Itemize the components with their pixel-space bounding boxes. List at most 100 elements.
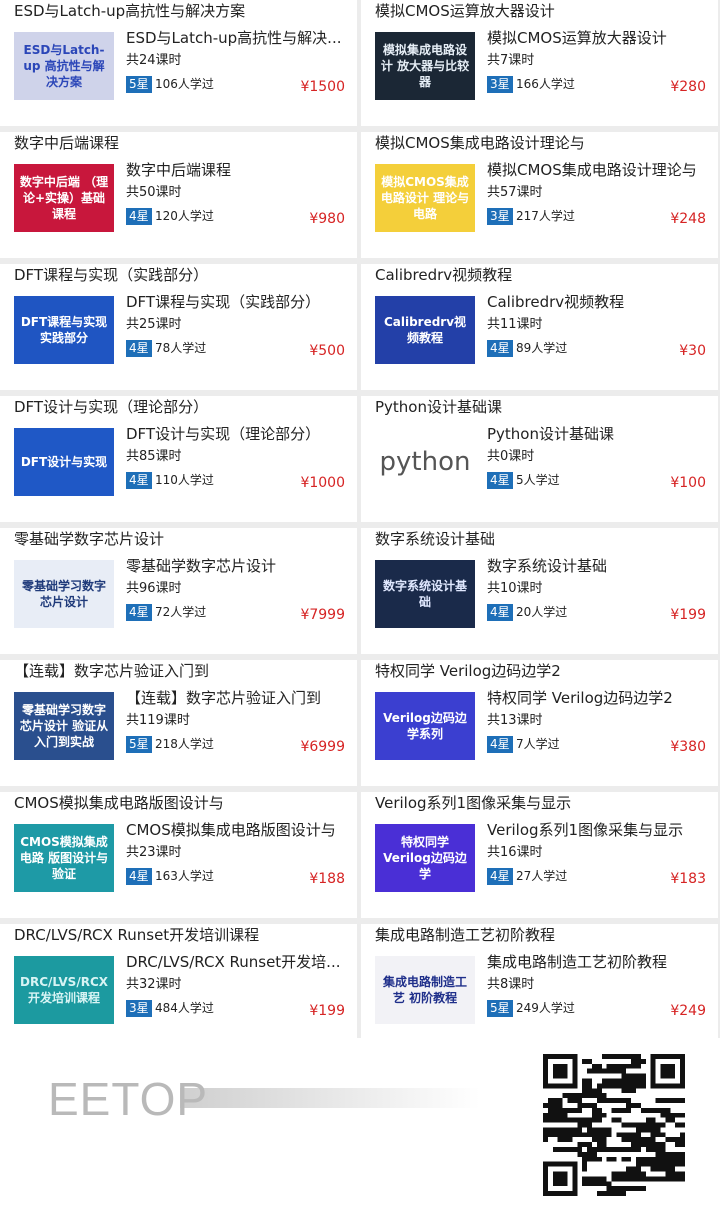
course-hours: 共0课时	[487, 449, 535, 464]
course-hours: 共24课时	[126, 53, 182, 68]
learner-count: 217人学过	[516, 209, 575, 223]
qr-code-icon	[543, 1054, 685, 1196]
course-card[interactable]: 零基础学数字芯片设计 零基础学习数字芯片设计 零基础学数字芯片设计 共96课时 …	[0, 528, 357, 654]
star-rating-badge: 5星	[126, 736, 152, 753]
course-thumbnail[interactable]: DFT设计与实现	[14, 428, 114, 496]
course-header-title[interactable]: CMOS模拟集成电路版图设计与	[14, 792, 344, 814]
course-header-title[interactable]: 【连载】数字芯片验证入门到	[14, 660, 344, 682]
course-hours: 共7课时	[487, 53, 535, 68]
learner-count: 110人学过	[155, 473, 214, 487]
course-thumbnail[interactable]: 集成电路制造工艺 初阶教程	[375, 956, 475, 1024]
course-thumbnail[interactable]: ESD与Latch-up 高抗性与解决方案	[14, 32, 114, 100]
course-title[interactable]: Verilog系列1图像采集与显示	[487, 820, 709, 840]
course-title[interactable]: DFT设计与实现（理论部分）	[126, 424, 348, 444]
thumbnail-text: 数字中后端 （理论+实操）基础课程	[19, 175, 109, 221]
star-rating-badge: 4星	[126, 868, 152, 885]
course-card[interactable]: Python设计基础课 python Python设计基础课 共0课时 4星 5…	[361, 396, 718, 522]
course-card[interactable]: DFT课程与实现（实践部分） DFT课程与实现 实践部分 DFT课程与实现（实践…	[0, 264, 357, 390]
course-header-title[interactable]: 零基础学数字芯片设计	[14, 528, 344, 550]
course-header-title[interactable]: 特权同学 Verilog边码边学2	[375, 660, 705, 682]
course-thumbnail[interactable]: DRC/LVS/RCX开发培训课程	[14, 956, 114, 1024]
course-card[interactable]: Verilog系列1图像采集与显示 特权同学 Verilog边码边学 Veril…	[361, 792, 718, 918]
star-rating-badge: 5星	[126, 76, 152, 93]
course-thumbnail[interactable]: Calibredrv视频教程	[375, 296, 475, 364]
course-card[interactable]: 模拟CMOS运算放大器设计 模拟集成电路设计 放大器与比较器 模拟CMOS运算放…	[361, 0, 718, 126]
course-header-title[interactable]: 数字中后端课程	[14, 132, 344, 154]
course-thumbnail[interactable]: 零基础学习数字芯片设计	[14, 560, 114, 628]
course-price: ¥249	[670, 1003, 706, 1019]
course-card[interactable]: DFT设计与实现（理论部分） DFT设计与实现 DFT设计与实现（理论部分） 共…	[0, 396, 357, 522]
star-rating-badge: 4星	[126, 208, 152, 225]
course-title[interactable]: 零基础学数字芯片设计	[126, 556, 348, 576]
course-title[interactable]: 数字系统设计基础	[487, 556, 709, 576]
course-thumbnail[interactable]: DFT课程与实现 实践部分	[14, 296, 114, 364]
thumbnail-text: CMOS模拟集成电路 版图设计与验证	[19, 835, 109, 881]
course-header-title[interactable]: ESD与Latch-up高抗性与解决方案	[14, 0, 344, 22]
course-price: ¥188	[309, 871, 345, 887]
course-card[interactable]: 模拟CMOS集成电路设计理论与 模拟CMOS集成电路设计 理论与电路 模拟CMO…	[361, 132, 718, 258]
thumbnail-text: 模拟CMOS集成电路设计 理论与电路	[380, 175, 470, 221]
course-thumbnail[interactable]: python	[375, 428, 475, 496]
course-card[interactable]: DRC/LVS/RCX Runset开发培训课程 DRC/LVS/RCX开发培训…	[0, 924, 357, 1050]
course-thumbnail[interactable]: Verilog边码边学系列	[375, 692, 475, 760]
course-card[interactable]: 数字系统设计基础 数字系统设计基础 数字系统设计基础 共10课时 4星 20人学…	[361, 528, 718, 654]
course-title[interactable]: 【连载】数字芯片验证入门到	[126, 688, 348, 708]
logo-streak	[180, 1088, 480, 1108]
course-price: ¥7999	[300, 607, 345, 623]
course-price: ¥248	[670, 211, 706, 227]
course-header-title[interactable]: Python设计基础课	[375, 396, 705, 418]
course-card[interactable]: ESD与Latch-up高抗性与解决方案 ESD与Latch-up 高抗性与解决…	[0, 0, 357, 126]
learner-count: 163人学过	[155, 869, 214, 883]
thumbnail-text: 模拟集成电路设计 放大器与比较器	[380, 43, 470, 89]
course-thumbnail[interactable]: 模拟集成电路设计 放大器与比较器	[375, 32, 475, 100]
course-header-title[interactable]: DFT课程与实现（实践部分）	[14, 264, 344, 286]
course-title[interactable]: 模拟CMOS集成电路设计理论与	[487, 160, 709, 180]
learner-count: 7人学过	[516, 737, 560, 751]
course-title[interactable]: Python设计基础课	[487, 424, 709, 444]
course-hours: 共25课时	[126, 317, 182, 332]
thumbnail-text: Verilog边码边学系列	[383, 711, 467, 741]
learner-count: 249人学过	[516, 1001, 575, 1015]
course-card[interactable]: 数字中后端课程 数字中后端 （理论+实操）基础课程 数字中后端课程 共50课时 …	[0, 132, 357, 258]
thumbnail-text: 零基础学习数字芯片设计	[21, 579, 106, 609]
course-title[interactable]: 特权同学 Verilog边码边学2	[487, 688, 709, 708]
course-header-title[interactable]: DRC/LVS/RCX Runset开发培训课程	[14, 924, 344, 946]
course-card[interactable]: Calibredrv视频教程 Calibredrv视频教程 Calibredrv…	[361, 264, 718, 390]
course-thumbnail[interactable]: 模拟CMOS集成电路设计 理论与电路	[375, 164, 475, 232]
course-title[interactable]: DFT课程与实现（实践部分）	[126, 292, 348, 312]
course-title[interactable]: CMOS模拟集成电路版图设计与	[126, 820, 348, 840]
course-title[interactable]: 集成电路制造工艺初阶教程	[487, 952, 709, 972]
course-card[interactable]: 【连载】数字芯片验证入门到 零基础学习数字芯片设计 验证从入门到实战 【连载】数…	[0, 660, 357, 786]
course-price: ¥280	[670, 79, 706, 95]
course-title[interactable]: Calibredrv视频教程	[487, 292, 709, 312]
course-header-title[interactable]: 模拟CMOS集成电路设计理论与	[375, 132, 705, 154]
course-hours: 共8课时	[487, 977, 535, 992]
course-title[interactable]: 模拟CMOS运算放大器设计	[487, 28, 709, 48]
course-header-title[interactable]: 数字系统设计基础	[375, 528, 705, 550]
course-card[interactable]: 特权同学 Verilog边码边学2 Verilog边码边学系列 特权同学 Ver…	[361, 660, 718, 786]
course-title[interactable]: 数字中后端课程	[126, 160, 348, 180]
course-header-title[interactable]: DFT设计与实现（理论部分）	[14, 396, 344, 418]
course-hours: 共23课时	[126, 845, 182, 860]
course-thumbnail[interactable]: 零基础学习数字芯片设计 验证从入门到实战	[14, 692, 114, 760]
learner-count: 218人学过	[155, 737, 214, 751]
course-header-title[interactable]: Calibredrv视频教程	[375, 264, 705, 286]
course-thumbnail[interactable]: CMOS模拟集成电路 版图设计与验证	[14, 824, 114, 892]
course-price: ¥1500	[300, 79, 345, 95]
learner-count: 106人学过	[155, 77, 214, 91]
course-thumbnail[interactable]: 特权同学 Verilog边码边学	[375, 824, 475, 892]
course-price: ¥980	[309, 211, 345, 227]
course-title[interactable]: DRC/LVS/RCX Runset开发培...	[126, 952, 348, 972]
thumbnail-text: DFT课程与实现 实践部分	[20, 315, 108, 345]
course-thumbnail[interactable]: 数字中后端 （理论+实操）基础课程	[14, 164, 114, 232]
course-card[interactable]: CMOS模拟集成电路版图设计与 CMOS模拟集成电路 版图设计与验证 CMOS模…	[0, 792, 357, 918]
course-thumbnail[interactable]: 数字系统设计基础	[375, 560, 475, 628]
course-header-title[interactable]: 模拟CMOS运算放大器设计	[375, 0, 705, 22]
course-title[interactable]: ESD与Latch-up高抗性与解决...	[126, 28, 348, 48]
course-card[interactable]: 集成电路制造工艺初阶教程 集成电路制造工艺 初阶教程 集成电路制造工艺初阶教程 …	[361, 924, 718, 1050]
course-header-title[interactable]: Verilog系列1图像采集与显示	[375, 792, 705, 814]
course-header-title[interactable]: 集成电路制造工艺初阶教程	[375, 924, 705, 946]
thumbnail-text: Calibredrv视频教程	[383, 315, 467, 345]
course-price: ¥1000	[300, 475, 345, 491]
star-rating-badge: 4星	[487, 604, 513, 621]
